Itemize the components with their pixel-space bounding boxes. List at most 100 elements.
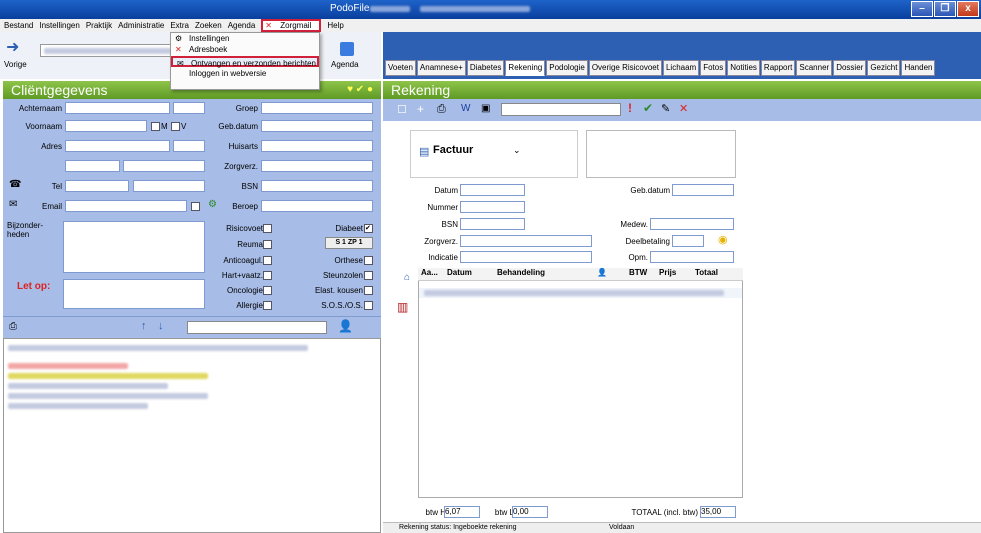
close-button[interactable]: x <box>957 1 979 17</box>
tab-fotos[interactable]: Fotos <box>700 60 727 76</box>
sos-checkbox[interactable] <box>364 301 373 310</box>
email-checkbox[interactable] <box>191 202 200 211</box>
maximize-button[interactable]: ❐ <box>934 1 956 17</box>
tab-voeten[interactable]: Voeten <box>385 60 416 76</box>
print-icon[interactable]: ⎙ <box>437 103 446 116</box>
rekening-toolbar: ☐ + ⎙ W ▣ ! ✔ ✎ ✕ <box>383 99 981 121</box>
word-icon[interactable]: W <box>461 103 470 114</box>
arrow-up-icon[interactable]: ↑ <box>141 320 147 332</box>
risicovoet-checkbox[interactable] <box>263 224 272 233</box>
table-row[interactable] <box>419 288 742 298</box>
achternaam-input[interactable] <box>65 102 170 114</box>
bijzonderheden-textarea[interactable] <box>63 221 205 273</box>
adres-input[interactable] <box>65 140 170 152</box>
new-icon[interactable]: ☐ <box>397 103 407 116</box>
gebdatum-input[interactable] <box>261 120 373 132</box>
opmerking-select[interactable] <box>650 251 734 263</box>
menu-extra[interactable]: Extra <box>170 21 189 30</box>
menu-praktijk[interactable]: Praktijk <box>86 21 112 30</box>
tab-lichaam[interactable]: Lichaam <box>662 60 700 76</box>
huisarts-select[interactable] <box>261 140 373 152</box>
menu-administratie[interactable]: Administratie <box>118 21 164 30</box>
tab-gezicht[interactable]: Gezicht <box>867 60 901 76</box>
info-icon[interactable]: ◉ <box>718 233 728 246</box>
zorgverz-select[interactable] <box>261 160 373 172</box>
tab-handen[interactable]: Handen <box>901 60 936 76</box>
notes-filter-select[interactable] <box>187 321 327 334</box>
invoice-select[interactable] <box>501 103 621 116</box>
datum-input[interactable] <box>460 184 525 196</box>
x-icon: ✕ <box>265 21 272 30</box>
medewerker-select[interactable] <box>650 218 734 230</box>
agenda-icon[interactable] <box>340 42 354 56</box>
add-icon[interactable]: + <box>417 102 424 116</box>
notes-area[interactable] <box>3 338 381 533</box>
gender-m-checkbox[interactable] <box>151 122 160 131</box>
tussenvoegsel-input[interactable] <box>173 102 205 114</box>
allergie-checkbox[interactable] <box>263 301 272 310</box>
reuma-checkbox[interactable] <box>263 240 272 249</box>
indicatie-select[interactable] <box>460 251 592 263</box>
factuur-select[interactable]: ▤ Factuur ⌄ <box>410 130 578 178</box>
totaal-field: 35,00 <box>700 506 736 518</box>
tel2-input[interactable] <box>133 180 205 192</box>
edit-icon[interactable]: ✎ <box>661 102 670 115</box>
print-icon[interactable]: ⎙ <box>9 321 17 332</box>
tab-rapport[interactable]: Rapport <box>760 60 796 76</box>
save-icon[interactable]: ▣ <box>481 103 490 114</box>
bsn-display <box>460 218 525 230</box>
beroep-input[interactable] <box>261 200 373 212</box>
dropdown-item-adresboek[interactable]: ✕ Adresboek <box>171 44 319 55</box>
letop-textarea[interactable] <box>63 279 205 309</box>
groep-select[interactable] <box>261 102 373 114</box>
plaats-select[interactable] <box>123 160 205 172</box>
user-icon[interactable]: 👤 <box>338 319 353 333</box>
huisnummer-input[interactable] <box>173 140 205 152</box>
diabeet-checkbox[interactable]: ✔ <box>364 224 373 233</box>
tab-dossier[interactable]: Dossier <box>833 60 867 76</box>
menu-zoeken[interactable]: Zoeken <box>195 21 222 30</box>
minimize-button[interactable]: – <box>911 1 933 17</box>
tab-diabetes[interactable]: Diabetes <box>466 60 505 76</box>
tab-scanner[interactable]: Scanner <box>796 60 833 76</box>
dropdown-item-instellingen[interactable]: ⚙ Instellingen <box>171 33 319 44</box>
deelbetaling-input[interactable] <box>672 235 704 247</box>
table-header: Aa... Datum Behandeling 👤 BTW Prijs Tota… <box>418 268 743 281</box>
back-arrow-icon[interactable]: ➜ <box>6 37 19 57</box>
agenda-label: Agenda <box>331 60 359 69</box>
s1zp-button[interactable]: S 1 ZP 1 <box>325 237 373 249</box>
menu-zorgmail[interactable]: ✕ Zorgmail <box>261 19 322 32</box>
tab-anamnese[interactable]: Anamnese+ <box>416 60 466 76</box>
tab-podologie[interactable]: Podologie <box>546 60 588 76</box>
menu-instellingen[interactable]: Instellingen <box>39 21 79 30</box>
postcode-input[interactable] <box>65 160 120 172</box>
tab-overige-risicovoet[interactable]: Overige Risicovoet <box>588 60 662 76</box>
checkmark-icon[interactable]: ✔ <box>643 101 653 115</box>
barcode-icon[interactable]: ▥ <box>397 300 408 314</box>
arrow-down-icon[interactable]: ↓ <box>158 320 164 332</box>
anticoagul-checkbox[interactable] <box>263 256 272 265</box>
exclamation-icon[interactable]: ! <box>628 101 632 115</box>
bsn-input[interactable] <box>261 180 373 192</box>
tel-input[interactable] <box>65 180 129 192</box>
gender-v-checkbox[interactable] <box>171 122 180 131</box>
dropdown-item-webversie[interactable]: Inloggen in webversie <box>171 68 319 79</box>
dropdown-item-berichten[interactable]: ✉ Ontvangen en verzonden berichten <box>171 56 319 68</box>
nummer-input[interactable] <box>460 201 525 213</box>
oncologie-checkbox[interactable] <box>263 286 272 295</box>
hartvaatz-checkbox[interactable] <box>263 271 272 280</box>
delete-icon[interactable]: ✕ <box>679 102 688 115</box>
menu-help[interactable]: Help <box>327 21 343 30</box>
elast-kousen-checkbox[interactable] <box>364 286 373 295</box>
email-input[interactable] <box>65 200 187 212</box>
tab-rekening[interactable]: Rekening <box>505 60 546 76</box>
mail-icon: ✉ <box>9 199 18 210</box>
steunzolen-checkbox[interactable] <box>364 271 373 280</box>
gear-icon: ⚙ <box>208 199 217 210</box>
tab-notities[interactable]: Notities <box>727 60 760 76</box>
orthese-checkbox[interactable] <box>364 256 373 265</box>
menu-bestand[interactable]: Bestand <box>4 21 33 30</box>
home-icon[interactable]: ⌂ <box>404 272 410 283</box>
menu-agenda[interactable]: Agenda <box>228 21 256 30</box>
voornaam-input[interactable] <box>65 120 147 132</box>
